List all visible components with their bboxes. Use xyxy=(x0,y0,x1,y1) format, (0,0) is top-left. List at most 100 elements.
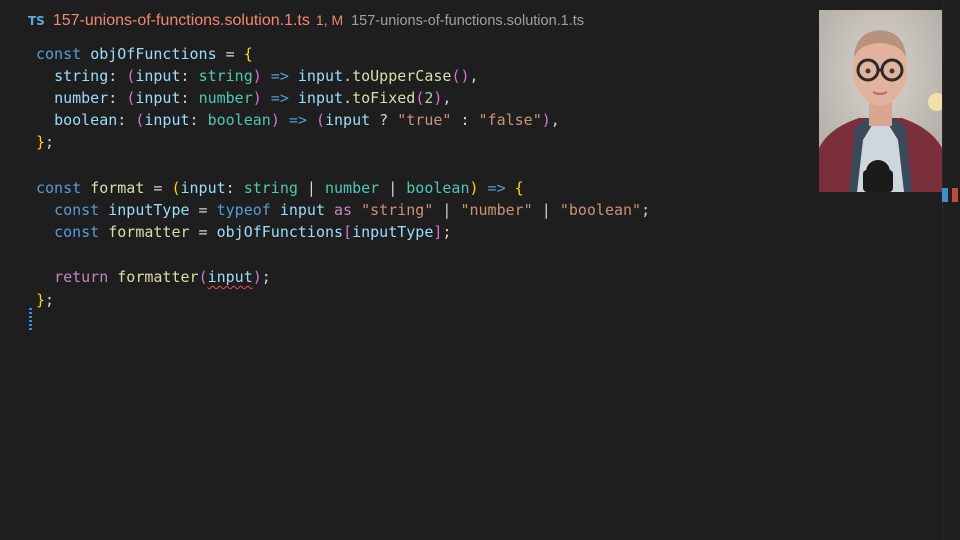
function-name: formatter xyxy=(108,223,190,241)
scrollbar-modified-marker xyxy=(942,188,948,202)
paren: ( xyxy=(126,67,136,85)
type-annotation: string xyxy=(198,67,253,85)
punctuation: ; xyxy=(442,223,452,241)
code-line-4[interactable]: boolean: (input: boolean) => (input ? "t… xyxy=(36,109,560,131)
brace: } xyxy=(36,291,46,309)
brace: { xyxy=(243,45,253,63)
type-annotation: boolean xyxy=(406,179,470,197)
breadcrumb-file-path[interactable]: 157-unions-of-functions.solution.1.ts xyxy=(351,13,584,29)
operator: | xyxy=(379,179,407,197)
paren: ( xyxy=(198,268,208,286)
identifier: input xyxy=(297,89,344,107)
punctuation: , xyxy=(469,67,479,85)
parameter: input xyxy=(135,89,181,107)
paren: ) xyxy=(541,111,551,129)
punctuation: : xyxy=(108,67,127,85)
parameter: input xyxy=(135,67,181,85)
punctuation: : xyxy=(180,89,199,107)
keyword-const: const xyxy=(54,223,100,241)
code-line-2[interactable]: string: (input: string) => input.toUpper… xyxy=(36,65,479,87)
modified-line-gutter-indicator xyxy=(29,308,32,330)
method-name: toUpperCase xyxy=(352,67,452,85)
paren: ( xyxy=(126,89,136,107)
paren: () xyxy=(451,67,470,85)
punctuation: ; xyxy=(261,268,271,286)
identifier: inputType xyxy=(108,201,190,219)
error-squiggle-argument[interactable]: input xyxy=(208,268,253,286)
punctuation: , xyxy=(442,89,452,107)
code-line-8[interactable]: const inputType = typeof input as "strin… xyxy=(36,199,650,221)
paren: ) xyxy=(469,179,479,197)
code-line-9[interactable]: const formatter = objOfFunctions[inputTy… xyxy=(36,221,451,243)
operator: | xyxy=(532,201,560,219)
identifier: input xyxy=(279,201,325,219)
code-line-12[interactable]: }; xyxy=(36,289,54,311)
identifier: input xyxy=(297,67,344,85)
keyword-typeof: typeof xyxy=(216,201,271,219)
keyword-const: const xyxy=(54,201,100,219)
webcam-overlay xyxy=(819,10,942,192)
code-line-5[interactable]: }; xyxy=(36,131,54,153)
identifier: input xyxy=(325,111,371,129)
code-line-3[interactable]: number: (input: number) => input.toFixed… xyxy=(36,87,451,109)
arrow: => xyxy=(261,67,298,85)
method-name: toFixed xyxy=(352,89,416,107)
punctuation: : xyxy=(108,89,127,107)
editor-tab-active[interactable]: TS 157-unions-of-functions.solution.1.ts… xyxy=(28,12,584,30)
code-line-7[interactable]: const format = (input: string | number |… xyxy=(36,177,524,199)
identifier: objOfFunctions xyxy=(90,45,217,63)
operator: : xyxy=(451,111,479,129)
punctuation: ; xyxy=(641,201,651,219)
code-line-1[interactable]: const objOfFunctions = { xyxy=(36,43,253,65)
paren: ( xyxy=(415,89,425,107)
keyword-return: return xyxy=(54,268,109,286)
punctuation: . xyxy=(343,67,353,85)
paren: ) xyxy=(252,67,262,85)
arrow: => xyxy=(261,89,298,107)
string-literal: "false" xyxy=(478,111,542,129)
operator: = xyxy=(144,179,172,197)
code-line-11[interactable]: return formatter(input); xyxy=(36,266,271,288)
brace: } xyxy=(36,133,46,151)
type-annotation: number xyxy=(198,89,253,107)
operator: = xyxy=(216,45,244,63)
punctuation: : xyxy=(180,67,199,85)
punctuation: : xyxy=(189,111,208,129)
brace: { xyxy=(514,179,524,197)
property-key: string xyxy=(54,67,109,85)
string-literal: "number" xyxy=(460,201,533,219)
operator: = xyxy=(189,201,217,219)
keyword-const: const xyxy=(36,179,82,197)
punctuation: ; xyxy=(45,133,55,151)
string-literal: "true" xyxy=(397,111,452,129)
keyword-const: const xyxy=(36,45,82,63)
function-name: format xyxy=(90,179,145,197)
tab-filename[interactable]: 157-unions-of-functions.solution.1.ts xyxy=(53,12,310,30)
operator: ? xyxy=(370,111,398,129)
bracket: [ xyxy=(343,223,353,241)
operator: | xyxy=(297,179,325,197)
editor-tab-bar: TS 157-unions-of-functions.solution.1.ts… xyxy=(0,0,960,42)
punctuation: : xyxy=(225,179,244,197)
editor-scrollbar[interactable] xyxy=(942,0,960,540)
code-editor[interactable]: const objOfFunctions = { string: (input:… xyxy=(0,42,942,540)
scrollbar-error-marker xyxy=(952,188,958,202)
function-call: formatter xyxy=(117,268,199,286)
keyword-as: as xyxy=(334,201,353,219)
parameter: input xyxy=(180,179,226,197)
paren: ) xyxy=(252,89,262,107)
typescript-file-icon: TS xyxy=(28,14,45,28)
string-literal: "string" xyxy=(361,201,434,219)
string-literal: "boolean" xyxy=(559,201,642,219)
arrow: => xyxy=(279,111,316,129)
punctuation: : xyxy=(117,111,136,129)
type-annotation: number xyxy=(325,179,380,197)
identifier: objOfFunctions xyxy=(216,223,344,241)
paren: ( xyxy=(315,111,325,129)
paren: ( xyxy=(171,179,181,197)
parameter: input xyxy=(144,111,190,129)
arrow: => xyxy=(478,179,515,197)
punctuation: . xyxy=(343,89,353,107)
